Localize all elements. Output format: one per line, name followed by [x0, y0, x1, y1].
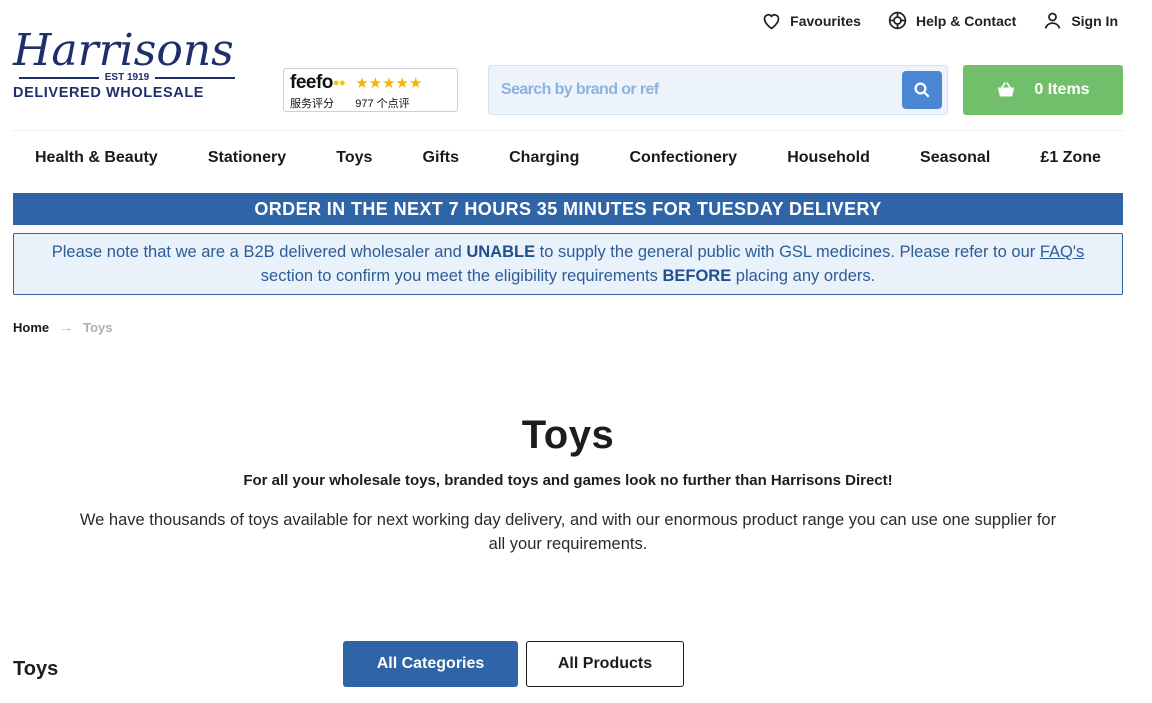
nav-health-beauty[interactable]: Health & Beauty: [35, 149, 158, 167]
logo-est: EST 1919: [104, 72, 150, 83]
feefo-label: 服务评分: [290, 98, 334, 110]
sign-in-link[interactable]: Sign In: [1042, 10, 1118, 31]
favourites-label: Favourites: [790, 12, 861, 29]
nav-stationery[interactable]: Stationery: [208, 149, 286, 167]
search-icon: [914, 82, 930, 98]
help-contact-link[interactable]: Help & Contact: [887, 10, 1016, 31]
search-input[interactable]: [489, 66, 894, 114]
feefo-brand: feefo: [290, 72, 333, 93]
all-categories-button[interactable]: All Categories: [343, 641, 518, 687]
faq-link[interactable]: FAQ's: [1040, 243, 1084, 261]
feefo-review-count: 977 个点评: [355, 98, 410, 110]
heart-icon: [763, 13, 780, 30]
utility-nav: Favourites Help & Contact Sign In: [761, 10, 1118, 31]
nav-charging[interactable]: Charging: [509, 149, 579, 167]
delivery-countdown-banner: ORDER IN THE NEXT 7 HOURS 35 MINUTES FOR…: [13, 193, 1123, 225]
nav-seasonal[interactable]: Seasonal: [920, 149, 990, 167]
notice-text-1: Please note that we are a B2B delivered …: [51, 243, 467, 261]
favourites-link[interactable]: Favourites: [761, 10, 861, 31]
notice-text-4: placing any orders.: [731, 267, 876, 285]
star-rating-icon: ★★★★★: [355, 75, 423, 92]
feefo-eyes-icon: ●●: [332, 77, 346, 89]
logo-rule-right: [155, 76, 236, 79]
notice-bold-unable: UNABLE: [466, 243, 536, 261]
feefo-right: ★★★★★ 977 个点评: [355, 73, 423, 111]
sign-in-label: Sign In: [1071, 12, 1118, 29]
main-nav: Health & Beauty Stationery Toys Gifts Ch…: [13, 149, 1123, 167]
page-intro: We have thousands of toys available for …: [79, 511, 1057, 553]
logo-rule-left: [19, 76, 99, 79]
b2b-notice: Please note that we are a B2B delivered …: [13, 233, 1123, 295]
feefo-rating-badge[interactable]: feefo●● 服务评分 ★★★★★ 977 个点评: [283, 68, 458, 112]
help-contact-label: Help & Contact: [915, 12, 1017, 29]
breadcrumb-home[interactable]: Home: [13, 320, 49, 335]
search-button[interactable]: [902, 71, 942, 109]
notice-bold-before: BEFORE: [662, 267, 732, 285]
logo-wordmark: Harrisons: [13, 25, 234, 76]
nav-household[interactable]: Household: [787, 149, 870, 167]
site-logo[interactable]: Harrisons EST 1919 DELIVERED WHOLESALE: [13, 25, 236, 101]
logo-tagline: DELIVERED WHOLESALE: [13, 85, 205, 101]
basket-icon: [998, 82, 1015, 97]
notice-text-2: to supply the general public with GSL me…: [535, 243, 1040, 261]
basket-button[interactable]: 0 Items: [963, 65, 1123, 115]
page-title: Toys: [521, 413, 615, 457]
search-bar: [488, 65, 948, 115]
breadcrumb: Home → Toys: [13, 319, 113, 335]
header-divider: [13, 130, 1123, 131]
lifebuoy-icon: [888, 11, 907, 30]
nav-toys[interactable]: Toys: [336, 149, 372, 167]
nav-pound-zone[interactable]: £1 Zone: [1040, 149, 1100, 167]
page: Favourites Help & Contact Sign In Harris…: [0, 0, 1152, 703]
feefo-logo: feefo●●: [290, 72, 346, 93]
nav-confectionery[interactable]: Confectionery: [629, 149, 737, 167]
all-products-button[interactable]: All Products: [526, 641, 684, 687]
section-title: Toys: [13, 658, 59, 680]
nav-gifts[interactable]: Gifts: [423, 149, 459, 167]
user-icon: [1044, 12, 1061, 29]
basket-label: 0 Items: [1034, 81, 1090, 98]
breadcrumb-current: Toys: [83, 319, 113, 335]
feefo-left: feefo●● 服务评分: [290, 72, 346, 111]
notice-text-3: section to confirm you meet the eligibil…: [260, 267, 663, 285]
page-lead: For all your wholesale toys, branded toy…: [243, 472, 893, 489]
arrow-right-icon: →: [59, 319, 74, 335]
